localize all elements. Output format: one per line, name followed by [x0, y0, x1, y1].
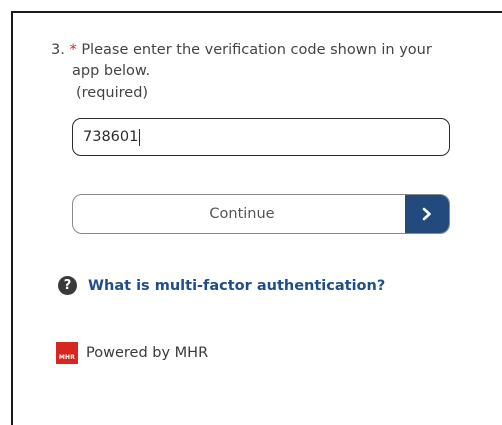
required-asterisk: *: [69, 42, 77, 58]
text-caret: [139, 128, 141, 146]
continue-button-label: Continue: [209, 206, 275, 222]
powered-by-text: Powered by MHR: [86, 345, 209, 361]
continue-button[interactable]: Continue: [72, 194, 450, 234]
mhr-logo: MHR: [56, 342, 78, 364]
question-number: 3.: [51, 42, 65, 58]
mfa-help-link-label[interactable]: What is multi-factor authentication?: [88, 278, 385, 294]
question-circle-icon: ?: [58, 276, 77, 295]
mfa-help-link[interactable]: ? What is multi-factor authentication?: [58, 276, 385, 295]
chevron-right-icon: [405, 195, 449, 233]
question-text-line2: app below.: [72, 63, 151, 79]
verification-code-input[interactable]: 738601: [72, 118, 450, 156]
verification-code-value: 738601: [83, 129, 139, 145]
required-note: (required): [76, 85, 149, 101]
question-text-line1: Please enter the verification code shown…: [81, 42, 432, 58]
powered-by-footer: MHR Powered by MHR: [56, 342, 208, 364]
verification-question: 3. * Please enter the verification code …: [51, 40, 461, 104]
mhr-logo-text: MHR: [58, 354, 76, 361]
